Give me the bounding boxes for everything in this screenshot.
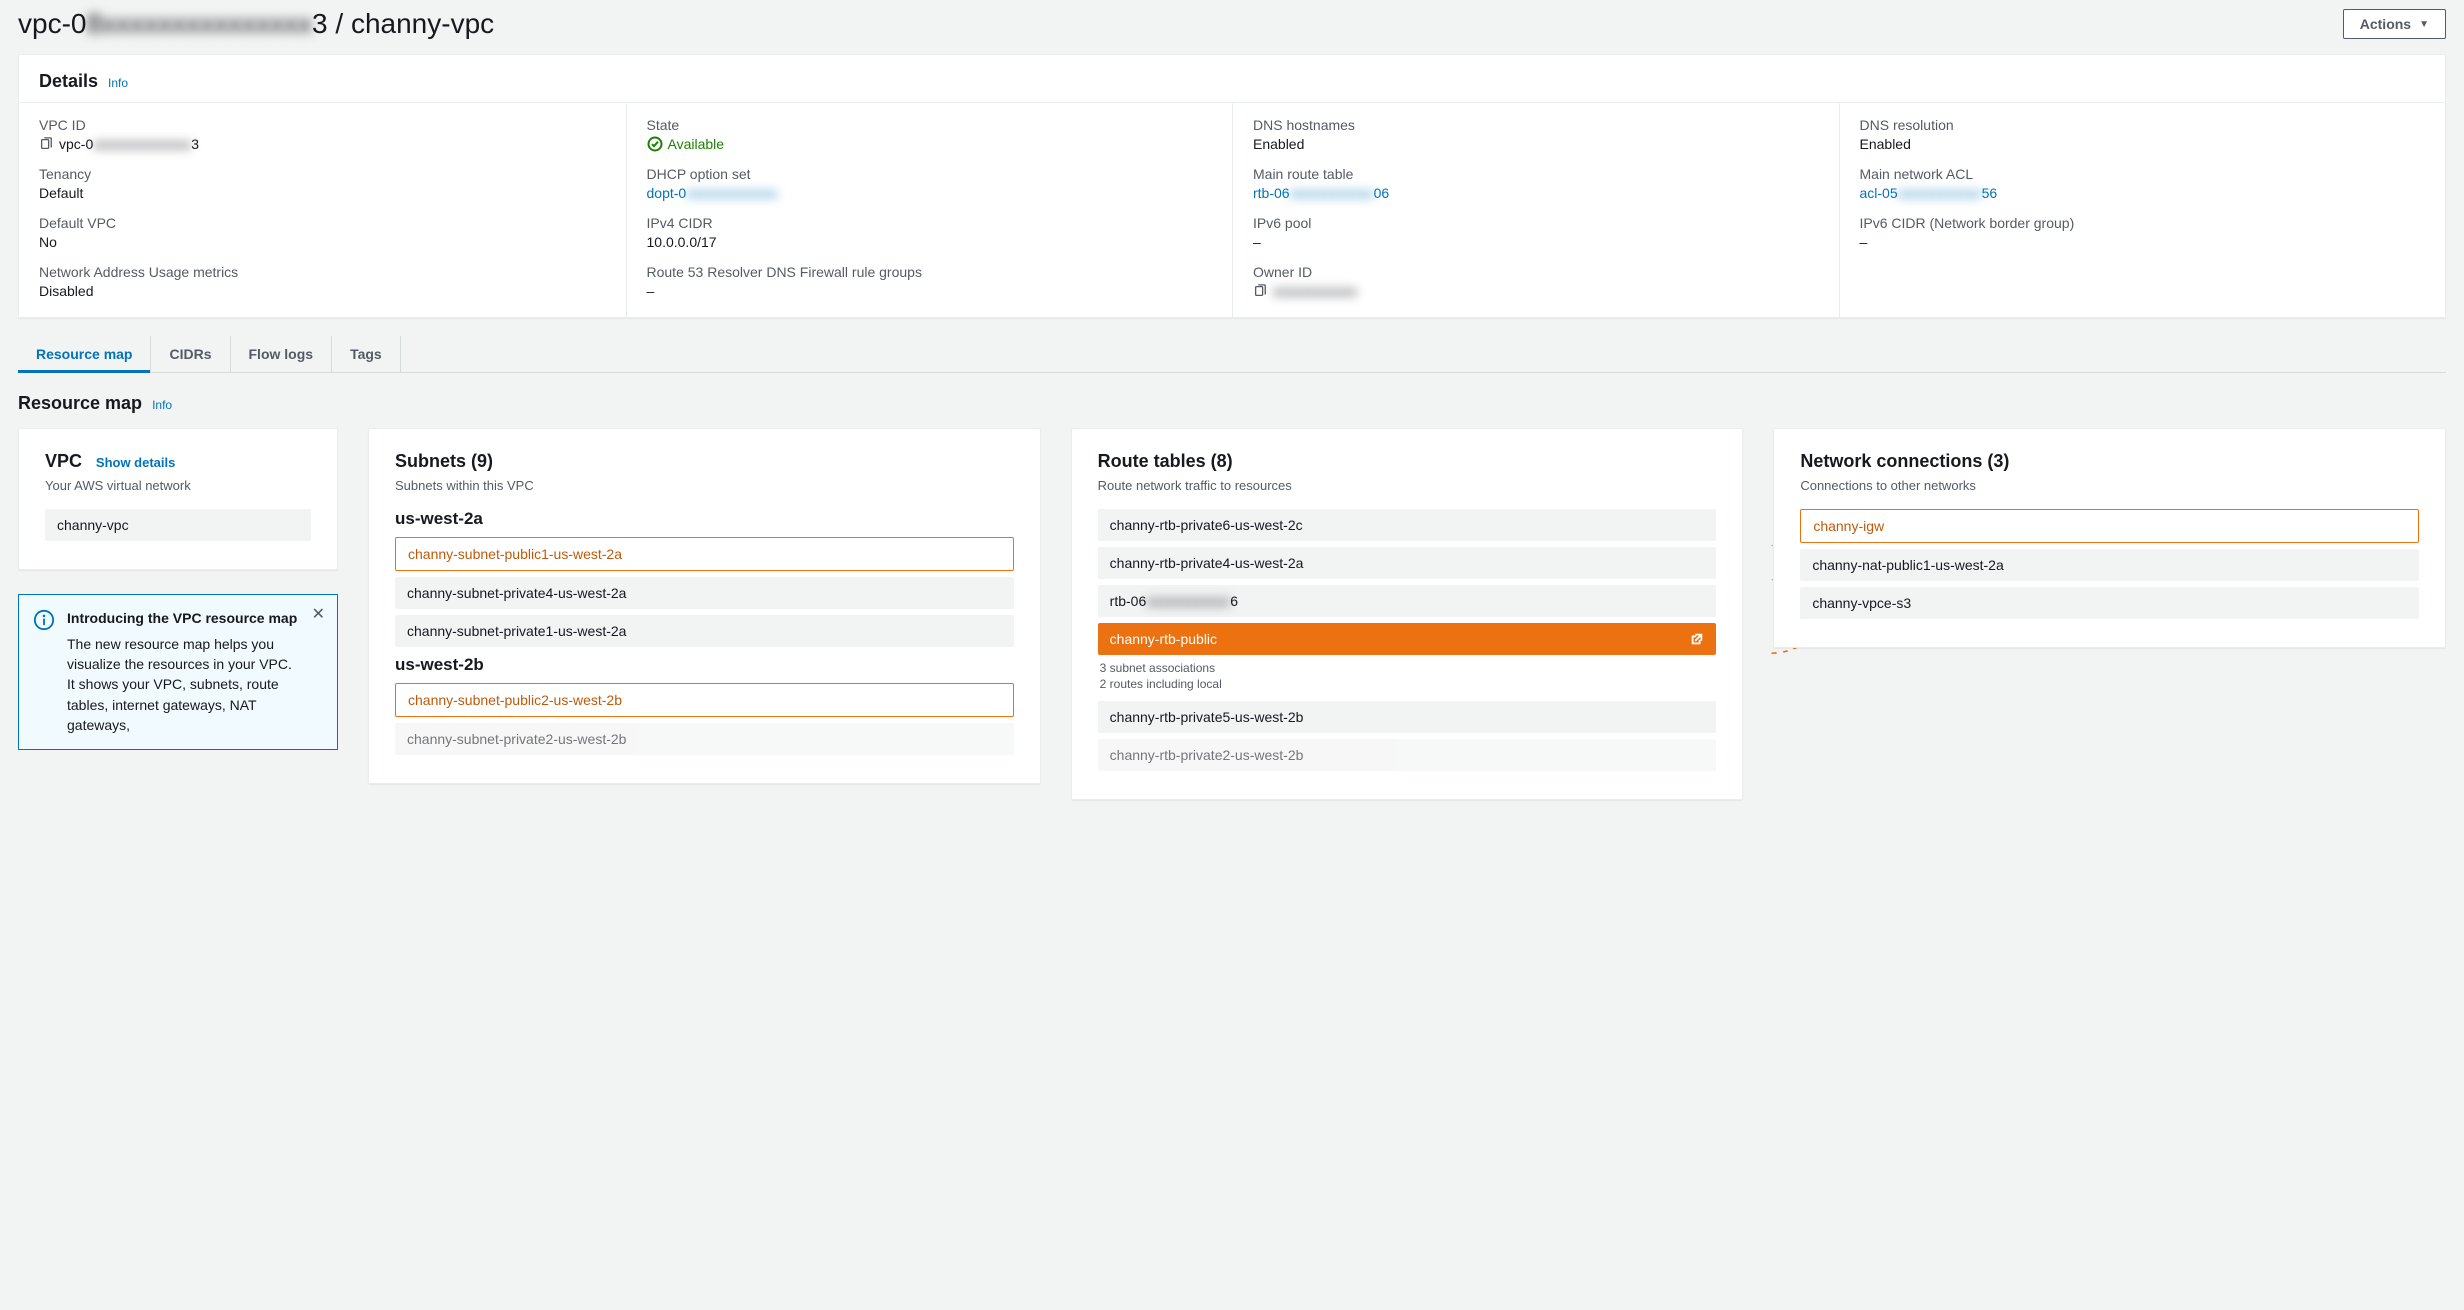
az-label: us-west-2b [395, 655, 1014, 675]
rm-rt-title: Route tables (8) [1098, 451, 1233, 471]
network-item[interactable]: channy-vpce-s3 [1800, 587, 2419, 619]
ipv6-cidr-value: – [1860, 234, 2426, 250]
rm-subnets-card: Subnets (9) Subnets within this VPC us-w… [368, 428, 1041, 784]
rm-vpc-title: VPC [45, 451, 82, 471]
subnet-item[interactable]: channy-subnet-private2-us-west-2b [395, 723, 1014, 755]
main-rt-label: Main route table [1253, 166, 1819, 182]
nau-value: Disabled [39, 283, 606, 299]
tab-tags[interactable]: Tags [332, 336, 401, 372]
ipv6-cidr-label: IPv6 CIDR (Network border group) [1860, 215, 2426, 231]
subnet-item[interactable]: channy-subnet-private4-us-west-2a [395, 577, 1014, 609]
r53-label: Route 53 Resolver DNS Firewall rule grou… [647, 264, 1213, 280]
external-link-icon [1690, 632, 1704, 646]
route-table-item[interactable]: channy-rtb-private6-us-west-2c [1098, 509, 1717, 541]
main-acl-link[interactable]: acl-05xxxxxxxxxxxx56 [1860, 185, 1998, 201]
route-table-item-selected[interactable]: channy-rtb-public [1098, 623, 1717, 655]
rm-route-tables-card: Route tables (8) Route network traffic t… [1071, 428, 1744, 800]
rm-net-title: Network connections (3) [1800, 451, 2009, 471]
network-item[interactable]: channy-nat-public1-us-west-2a [1800, 549, 2419, 581]
rm-vpc-sub: Your AWS virtual network [45, 478, 311, 493]
rt-meta: 2 routes including local [1098, 677, 1717, 691]
nau-label: Network Address Usage metrics [39, 264, 606, 280]
details-title: Details [39, 71, 98, 92]
owner-id-label: Owner ID [1253, 264, 1819, 280]
ipv4-cidr-value: 10.0.0.0/17 [647, 234, 1213, 250]
tab-flow-logs[interactable]: Flow logs [231, 336, 333, 372]
tenancy-value: Default [39, 185, 606, 201]
r53-value: – [647, 283, 1213, 299]
caret-down-icon: ▼ [2419, 19, 2429, 30]
owner-id-value: xxxxxxxxxxxx [1253, 283, 1819, 299]
subnet-item[interactable]: channy-subnet-private1-us-west-2a [395, 615, 1014, 647]
rm-rt-sub: Route network traffic to resources [1098, 478, 1717, 493]
ipv6-pool-label: IPv6 pool [1253, 215, 1819, 231]
rm-net-sub: Connections to other networks [1800, 478, 2419, 493]
state-value: Available [647, 136, 725, 152]
tab-resource-map[interactable]: Resource map [18, 336, 151, 372]
copy-icon[interactable] [1253, 284, 1267, 298]
rm-vpc-card: VPC Show details Your AWS virtual networ… [18, 428, 338, 570]
rt-meta: 3 subnet associations [1098, 661, 1717, 675]
rm-subnets-sub: Subnets within this VPC [395, 478, 1014, 493]
show-details-link[interactable]: Show details [96, 455, 175, 470]
az-label: us-west-2a [395, 509, 1014, 529]
subnet-item[interactable]: channy-subnet-public1-us-west-2a [395, 537, 1014, 571]
dns-resolution-label: DNS resolution [1860, 117, 2426, 133]
rm-network-card: Network connections (3) Connections to o… [1773, 428, 2446, 648]
route-table-item[interactable]: channy-rtb-private5-us-west-2b [1098, 701, 1717, 733]
copy-icon[interactable] [39, 137, 53, 151]
route-table-item[interactable]: channy-rtb-private2-us-west-2b [1098, 739, 1717, 771]
dns-resolution-value: Enabled [1860, 136, 2426, 152]
main-rt-link[interactable]: rtb-06xxxxxxxxxxxx06 [1253, 185, 1389, 201]
rm-subnets-title: Subnets (9) [395, 451, 493, 471]
ipv4-cidr-label: IPv4 CIDR [647, 215, 1213, 231]
main-acl-label: Main network ACL [1860, 166, 2426, 182]
route-table-item[interactable]: channy-rtb-private4-us-west-2a [1098, 547, 1717, 579]
network-item[interactable]: channy-igw [1800, 509, 2419, 543]
resource-map-grid: VPC Show details Your AWS virtual networ… [18, 428, 2446, 800]
resource-map-title: Resource map [18, 393, 142, 414]
intro-alert: ✕ Introducing the VPC resource map The n… [18, 594, 338, 750]
dns-hostnames-label: DNS hostnames [1253, 117, 1819, 133]
tenancy-label: Tenancy [39, 166, 606, 182]
resource-map-info-link[interactable]: Info [152, 398, 172, 412]
subnet-item[interactable]: channy-subnet-public2-us-west-2b [395, 683, 1014, 717]
ipv6-pool-value: – [1253, 234, 1819, 250]
default-vpc-label: Default VPC [39, 215, 606, 231]
details-info-link[interactable]: Info [108, 76, 128, 90]
check-circle-icon [647, 136, 663, 152]
dhcp-link[interactable]: dopt-0xxxxxxxxxxxxx [647, 185, 778, 201]
dhcp-label: DHCP option set [647, 166, 1213, 182]
default-vpc-value: No [39, 234, 606, 250]
vpc-id-label: VPC ID [39, 117, 606, 133]
alert-title: Introducing the VPC resource map [67, 609, 299, 628]
close-icon[interactable]: ✕ [312, 607, 325, 623]
state-label: State [647, 117, 1213, 133]
route-table-item[interactable]: rtb-06xxxxxxxxxxxx6 [1098, 585, 1717, 617]
rm-vpc-item[interactable]: channy-vpc [45, 509, 311, 541]
alert-body: The new resource map helps you visualize… [67, 634, 299, 735]
tab-cidrs[interactable]: CIDRs [151, 336, 230, 372]
page-title: vpc-08xxxxxxxxxxxxxxx3 / channy-vpc [18, 8, 494, 40]
vpc-id-value: vpc-0xxxxxxxxxxxxxx3 [39, 136, 606, 152]
tabs: Resource map CIDRs Flow logs Tags [18, 336, 2446, 373]
details-panel: Details Info VPC ID vpc-0xxxxxxxxxxxxxx3… [18, 54, 2446, 318]
dns-hostnames-value: Enabled [1253, 136, 1819, 152]
page-header: vpc-08xxxxxxxxxxxxxxx3 / channy-vpc Acti… [18, 0, 2446, 54]
actions-button[interactable]: Actions ▼ [2343, 9, 2446, 39]
info-icon [33, 609, 57, 735]
